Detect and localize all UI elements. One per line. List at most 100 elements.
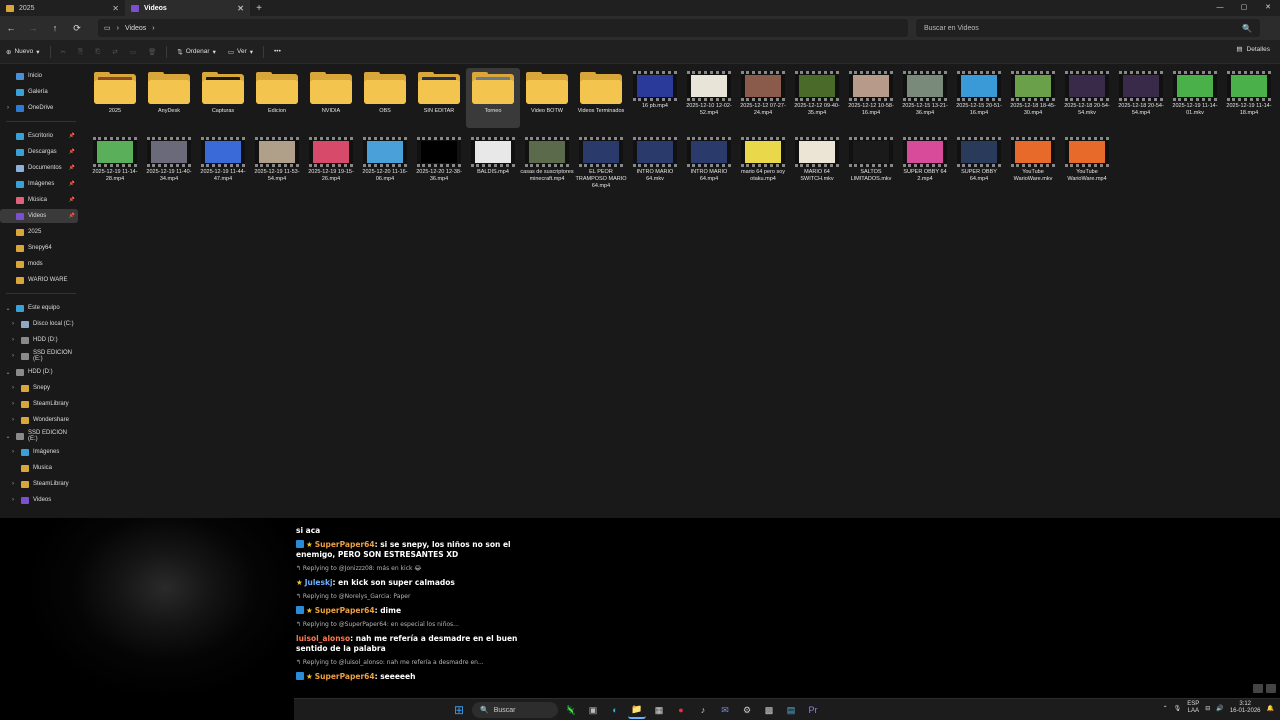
sidebar-item-mods[interactable]: mods [0,257,78,271]
sidebar-item-hdd-d-[interactable]: › HDD (D:) [0,333,78,347]
details-button[interactable]: ▤ Detalles [1236,45,1270,54]
copy-button[interactable]: ⎘ [72,48,89,56]
maximize-button[interactable]: ▢ [1232,0,1256,16]
sidebar-item-snepy64[interactable]: Snepy64 [0,241,78,255]
video-file-item[interactable]: MARIO 64 SWITCH.mkv [790,134,844,183]
sidebar-item-hdd-d-[interactable]: ⌄ HDD (D:) [0,365,78,379]
sidebar-item-wondershare[interactable]: › Wondershare [0,413,78,427]
tab-videos[interactable]: Videos ✕ [125,0,250,16]
video-file-item[interactable]: mario 64 pero soy otaku.mp4 [736,134,790,183]
rename-button[interactable]: ⇄ [106,48,123,56]
sidebar-item-este-equipo[interactable]: ⌄ Este equipo [0,301,78,315]
breadcrumb-separator[interactable]: › [152,25,154,32]
video-file-item[interactable]: INTRO MARIO 64.mkv [628,134,682,183]
sidebar-item-inicio[interactable]: Inicio [0,69,78,83]
minimize-button[interactable]: — [1208,0,1232,16]
video-file-item[interactable]: 2025-12-19 11-14-01.mkv [1168,68,1222,117]
sidebar-item-im-genes[interactable]: Imágenes 📌 [0,177,78,191]
microphone-icon[interactable]: 🎙 [1174,705,1182,712]
file-explorer-icon[interactable]: 📁 [628,701,646,719]
folder-item[interactable]: SIN EDITAR [412,68,466,115]
chevron-icon[interactable]: › [9,481,17,487]
folder-item[interactable]: 2025 [88,68,142,115]
folder-item[interactable]: Edicion [250,68,304,115]
address-bar[interactable]: ▭ › Videos › [98,19,908,37]
notification-bell-icon[interactable]: 🔔 [1267,705,1274,712]
video-file-item[interactable]: EL PEOR TRAMPOSO MARIO 64.mp4 [574,134,628,190]
folder-item[interactable]: AnyDesk [142,68,196,115]
video-file-item[interactable]: 16 pb.mp4 [628,68,682,110]
sidebar-item-steamlibrary[interactable]: › SteamLibrary [0,397,78,411]
video-file-item[interactable]: YouTube WarioWare.mp4 [1060,134,1114,183]
close-tab-icon[interactable]: ✕ [237,4,244,13]
network-icon[interactable]: ⊟ [1205,705,1210,712]
folder-item[interactable]: Torneo [466,68,520,128]
chevron-icon[interactable]: › [9,321,17,327]
sidebar-item-im-genes[interactable]: › Imágenes [0,445,78,459]
sort-button[interactable]: ⇅ Ordenar ▾ [171,48,222,56]
start-button[interactable]: ⊞ [450,701,468,719]
folder-item[interactable]: NVIDIA [304,68,358,115]
video-file-item[interactable]: 2025-12-12 07-27-24.mp4 [736,68,790,117]
sidebar-item-videos[interactable]: Videos 📌 [0,209,78,223]
video-file-item[interactable]: 2025-12-19 11-14-18.mp4 [1222,68,1276,117]
discord-icon[interactable]: ✉ [716,701,734,719]
new-button[interactable]: ⊕ Nuevo ▾ [0,48,46,56]
sidebar-item-escritorio[interactable]: Escritorio 📌 [0,129,78,143]
sidebar-item-onedrive[interactable]: › OneDrive [0,101,78,115]
video-file-item[interactable]: SUPER OBBY 64 2.mp4 [898,134,952,183]
sidebar-item-snepy[interactable]: › Snepy [0,381,78,395]
chevron-icon[interactable]: › [9,417,17,423]
view-button[interactable]: ▭ Ver ▾ [222,48,259,56]
forward-button[interactable]: → [22,23,44,33]
window-icon[interactable] [1253,684,1263,693]
video-file-item[interactable]: 2025-12-15 13-21-36.mp4 [898,68,952,117]
video-file-item[interactable]: 2025-12-12 09-40-35.mp4 [790,68,844,117]
chevron-icon[interactable]: ⌄ [4,305,12,312]
video-file-item[interactable]: 2025-12-18 18-45-30.mp4 [1006,68,1060,117]
chevron-icon[interactable]: › [4,105,12,111]
sidebar-item-2025[interactable]: 2025 [0,225,78,239]
chevron-icon[interactable]: › [9,449,17,455]
more-options-button[interactable]: ••• [268,48,287,55]
video-file-item[interactable]: 2025-12-19 11-53-54.mp4 [250,134,304,183]
folder-item[interactable]: Capturas [196,68,250,115]
sidebar-item-disco-local-c-[interactable]: › Disco local (C:) [0,317,78,331]
sidebar-item-videos[interactable]: › Videos [0,493,78,507]
video-file-item[interactable]: 2025-12-18 20-54-54.mkv [1060,68,1114,117]
video-file-item[interactable]: 2025-12-10 12-02-52.mp4 [682,68,736,117]
sidebar-item-documentos[interactable]: Documentos 📌 [0,161,78,175]
up-button[interactable]: ↑ [44,23,66,33]
store-icon[interactable]: ▦ [650,701,668,719]
breadcrumb-videos[interactable]: Videos [125,25,146,32]
language-indicator[interactable]: ESP LAA [1187,701,1199,715]
video-file-item[interactable]: SUPER OBBY 64.mp4 [952,134,1006,183]
chevron-icon[interactable]: ⌄ [4,369,12,376]
edge-icon[interactable]: ◐ [606,701,624,719]
sidebar-item-steamlibrary[interactable]: › SteamLibrary [0,477,78,491]
sidebar-item-galer-a[interactable]: Galería [0,85,78,99]
search-input[interactable]: Buscar en Videos 🔍 [916,19,1260,37]
task-view-icon[interactable]: ▣ [584,701,602,719]
video-file-item[interactable]: INTRO MARIO 64.mp4 [682,134,736,183]
video-file-item[interactable]: 2025-12-19 11-44-47.mp4 [196,134,250,183]
chevron-icon[interactable]: › [9,401,17,407]
folder-item[interactable]: OBS [358,68,412,115]
sidebar-item-ssd-edicion-e-[interactable]: › SSD EDICION (E:) [0,349,78,363]
video-file-item[interactable]: casas de suscriptores minecraft.mp4 [520,134,574,183]
premiere-icon[interactable]: Pr [804,701,822,719]
chevron-icon[interactable]: › [9,385,17,391]
sidebar-item-musica[interactable]: Musica [0,461,78,475]
settings-icon[interactable]: ⚙ [738,701,756,719]
chevron-icon[interactable]: › [9,353,17,359]
chevron-icon[interactable]: › [9,497,17,503]
video-file-item[interactable]: 2025-12-12 10-58-16.mp4 [844,68,898,117]
cut-button[interactable]: ✂ [55,48,72,56]
close-tab-icon[interactable]: ✕ [112,4,119,13]
video-file-item[interactable]: 2025-12-19 19-15-26.mp4 [304,134,358,183]
tab-2025[interactable]: 2025 ✕ [0,0,125,16]
taskbar-search[interactable]: 🔍 Buscar [472,702,558,718]
video-file-item[interactable]: BALDIS.mp4 [466,134,520,176]
video-file-item[interactable]: 2025-12-20 11-16-06.mp4 [358,134,412,183]
back-button[interactable]: ← [0,23,22,33]
